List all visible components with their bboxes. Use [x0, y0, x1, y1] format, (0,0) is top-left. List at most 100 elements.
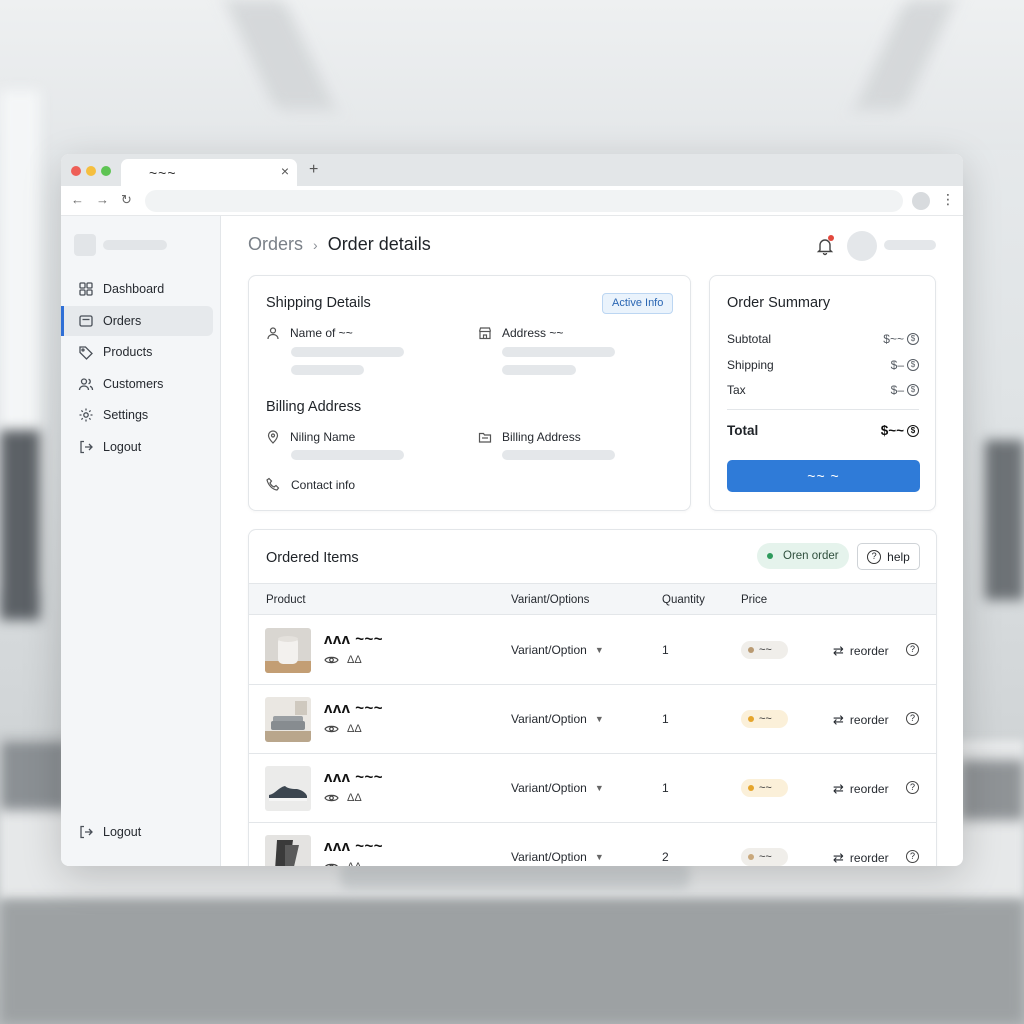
variant-select[interactable]: Variant/Option ▼	[511, 643, 604, 657]
coin-icon: $	[907, 424, 919, 437]
billing-address-label: Billing Address	[502, 430, 581, 444]
variant-select[interactable]: Variant/Option ▼	[511, 712, 604, 726]
summary-row-shipping: Shipping $– $	[727, 358, 919, 372]
logo	[74, 234, 96, 256]
sidebar-item-label: Logout	[103, 440, 142, 454]
store-icon	[478, 327, 492, 340]
variant-value: Variant/Option	[511, 781, 587, 795]
product-meta: ΔΔ	[324, 861, 362, 866]
product-meta: ΔΔ	[324, 723, 362, 735]
table-header: Product Variant/Options Quantity Price	[249, 583, 936, 615]
sidebar-item-settings[interactable]: Settings	[61, 400, 213, 430]
value-placeholder	[502, 365, 576, 375]
product-meta-text: ΔΔ	[347, 654, 362, 666]
summary-value: $~~	[883, 332, 904, 346]
close-window-button[interactable]	[71, 166, 81, 176]
column-header-variant: Variant/Options	[511, 594, 590, 606]
summary-label: Subtotal	[727, 332, 772, 346]
browser-menu-icon[interactable]: ⋮	[941, 191, 955, 208]
sidebar-item-dashboard[interactable]: Dashboard	[61, 274, 213, 304]
price-badge: ~~	[741, 710, 788, 728]
contact-info-label: Contact info	[291, 477, 356, 492]
sidebar-bottom-logout[interactable]: Logout	[61, 817, 213, 847]
variant-value: Variant/Option	[511, 712, 587, 726]
summary-total-row: Total $~~ $	[727, 423, 919, 438]
sidebar: Dashboard Orders Products Customers Sett…	[61, 216, 221, 866]
price-badge: ~~	[741, 641, 788, 659]
product-name[interactable]: ᴧᴧᴧ ~~~	[324, 631, 383, 648]
variant-select[interactable]: Variant/Option ▼	[511, 781, 604, 795]
eye-icon[interactable]	[324, 862, 339, 866]
price-badge: ~~	[741, 848, 788, 866]
orders-icon	[79, 315, 93, 327]
maximize-window-button[interactable]	[101, 166, 111, 176]
variant-select[interactable]: Variant/Option ▼	[511, 850, 604, 864]
contact-info-field: Contact info	[266, 477, 355, 492]
quantity-value: 1	[662, 712, 669, 726]
minimize-window-button[interactable]	[86, 166, 96, 176]
eye-icon[interactable]	[324, 724, 339, 734]
variant-value: Variant/Option	[511, 643, 587, 657]
question-icon[interactable]: ?	[906, 781, 919, 794]
logout-icon	[80, 825, 93, 839]
shipping-name-field: Name of ~~	[266, 326, 353, 340]
shipping-name-label: Name of ~~	[290, 326, 353, 340]
logout-icon	[80, 440, 93, 454]
breadcrumb-orders-link[interactable]: Orders	[248, 234, 303, 255]
browser-tab[interactable]: ~~~ ×	[121, 159, 297, 186]
forward-arrow-icon[interactable]: →	[96, 192, 109, 207]
help-label: help	[887, 549, 910, 564]
question-icon: ?	[867, 549, 882, 564]
ordered-items-card: Ordered Items Oren order ? help Product …	[248, 529, 937, 866]
eye-icon[interactable]	[324, 793, 339, 803]
coin-icon: $	[907, 359, 919, 371]
tab-close-icon[interactable]: ×	[281, 163, 289, 179]
billing-title: Billing Address	[266, 399, 362, 415]
reorder-button[interactable]: ⇄ reorder	[833, 781, 889, 797]
billing-name-field: Niling Name	[266, 430, 355, 444]
product-name[interactable]: ᴧᴧᴧ ~~~	[324, 838, 383, 855]
users-icon	[78, 378, 94, 391]
summary-value: $–	[890, 358, 904, 372]
question-icon[interactable]: ?	[906, 643, 919, 656]
sidebar-item-logout[interactable]: Logout	[61, 432, 213, 462]
eye-icon[interactable]	[324, 655, 339, 665]
avatar[interactable]	[847, 231, 877, 261]
sidebar-item-customers[interactable]: Customers	[61, 369, 213, 399]
primary-action-button[interactable]: ~~ ~	[727, 460, 920, 492]
breadcrumb-separator: ›	[313, 236, 318, 253]
reload-icon[interactable]: ↻	[121, 192, 132, 208]
product-thumbnail[interactable]	[265, 766, 311, 811]
tab-title: ~~~	[149, 165, 177, 181]
column-header-quantity: Quantity	[662, 594, 705, 606]
total-value: $~~	[880, 423, 904, 438]
summary-row-tax: Tax $– $	[727, 383, 919, 397]
repeat-icon: ⇄	[833, 781, 844, 796]
back-arrow-icon[interactable]: ←	[71, 192, 84, 207]
tag-icon	[79, 346, 93, 360]
quantity-value: 2	[662, 850, 669, 864]
product-thumbnail[interactable]	[265, 835, 311, 866]
url-input[interactable]	[145, 190, 903, 212]
product-name[interactable]: ᴧᴧᴧ ~~~	[324, 700, 383, 717]
reorder-button[interactable]: ⇄ reorder	[833, 712, 889, 728]
profile-avatar[interactable]	[912, 192, 930, 210]
sidebar-item-orders[interactable]: Orders	[61, 306, 213, 336]
question-icon[interactable]: ?	[906, 712, 919, 725]
chevron-down-icon: ▼	[594, 783, 604, 793]
sidebar-item-label: Logout	[103, 825, 142, 839]
question-icon[interactable]: ?	[906, 850, 919, 863]
product-name[interactable]: ᴧᴧᴧ ~~~	[324, 769, 383, 786]
reorder-button[interactable]: ⇄ reorder	[833, 643, 889, 659]
repeat-icon: ⇄	[833, 850, 844, 865]
reorder-button[interactable]: ⇄ reorder	[833, 850, 889, 866]
repeat-icon: ⇄	[833, 643, 844, 658]
address-bar-row: ← → ↻ ⋮	[61, 186, 963, 216]
product-thumbnail[interactable]	[265, 697, 311, 742]
new-tab-button[interactable]: +	[309, 161, 318, 179]
help-button[interactable]: ? help	[857, 543, 920, 570]
product-thumbnail[interactable]	[265, 628, 311, 673]
sidebar-item-products[interactable]: Products	[61, 337, 213, 367]
open-order-badge[interactable]: Oren order	[757, 543, 849, 569]
sidebar-item-label: Orders	[103, 314, 142, 328]
